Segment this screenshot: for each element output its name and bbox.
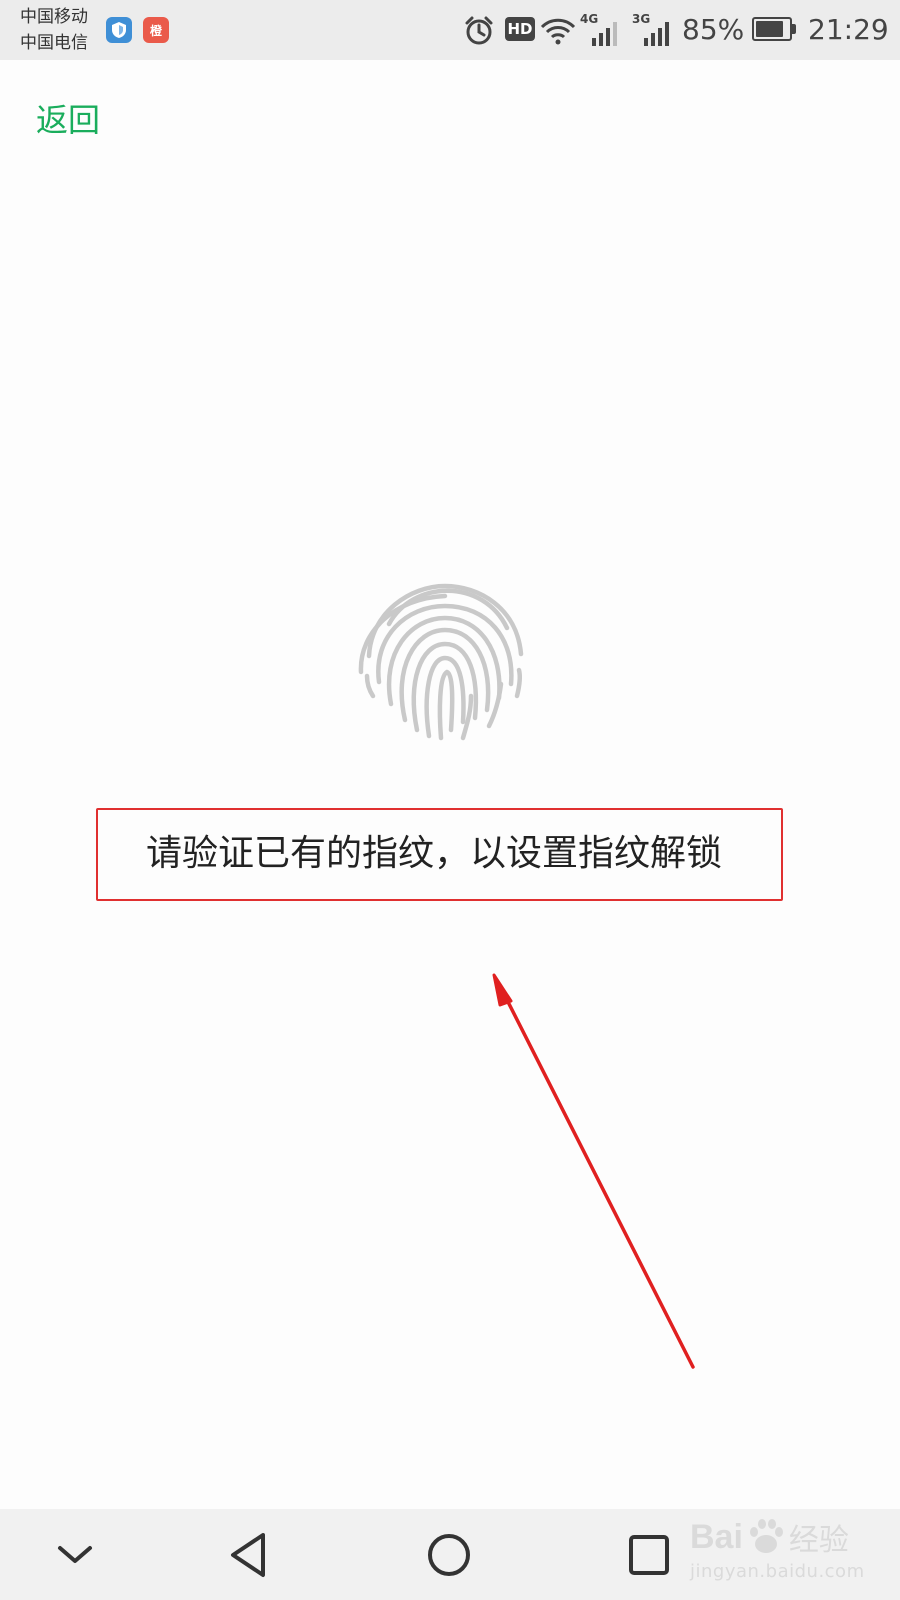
home-circle-icon xyxy=(428,1534,470,1576)
battery-percent: 85% xyxy=(682,13,745,46)
recents-square-icon xyxy=(629,1535,669,1575)
signal-4g-icon: 4G xyxy=(580,12,624,48)
battery-fill xyxy=(756,21,783,37)
hd-label: HD xyxy=(507,20,533,38)
back-triangle-icon xyxy=(231,1533,265,1577)
carrier-name-primary: 中国移动 xyxy=(20,7,88,27)
fingerprint-icon[interactable] xyxy=(355,572,535,752)
recents-button[interactable] xyxy=(621,1529,677,1581)
status-bar: 中国移动 中国电信 橙 HD 4G 3G 85% 21:29 xyxy=(0,0,900,60)
battery-icon xyxy=(752,17,796,41)
collapse-button[interactable] xyxy=(47,1529,103,1581)
watermark-url: jingyan.baidu.com xyxy=(690,1561,865,1582)
back-nav-button[interactable] xyxy=(221,1529,277,1581)
watermark-suffix: 经验 xyxy=(788,1523,849,1558)
annotation-arrow xyxy=(492,973,695,1369)
hd-icon: HD xyxy=(505,17,535,41)
carrier-name-secondary: 中国电信 xyxy=(20,33,88,53)
home-button[interactable] xyxy=(421,1529,477,1581)
alarm-icon xyxy=(465,16,493,45)
wifi-icon xyxy=(540,18,576,45)
signal-3g-icon: 3G xyxy=(632,12,676,48)
fingerprint-prompt: 请验证已有的指纹，以设置指纹解锁 xyxy=(146,833,723,874)
shield-icon xyxy=(106,17,132,43)
collapse-icon xyxy=(58,1546,92,1563)
app-badge-label: 橙 xyxy=(149,23,162,38)
back-button[interactable]: 返回 xyxy=(36,98,100,142)
app-badge-icon: 橙 xyxy=(143,17,169,43)
watermark-brand: Bai xyxy=(690,1517,743,1556)
baidu-watermark: Bai 经验 jingyan.baidu.com xyxy=(690,1515,865,1583)
clock: 21:29 xyxy=(808,13,889,46)
paw-icon xyxy=(749,1519,783,1553)
